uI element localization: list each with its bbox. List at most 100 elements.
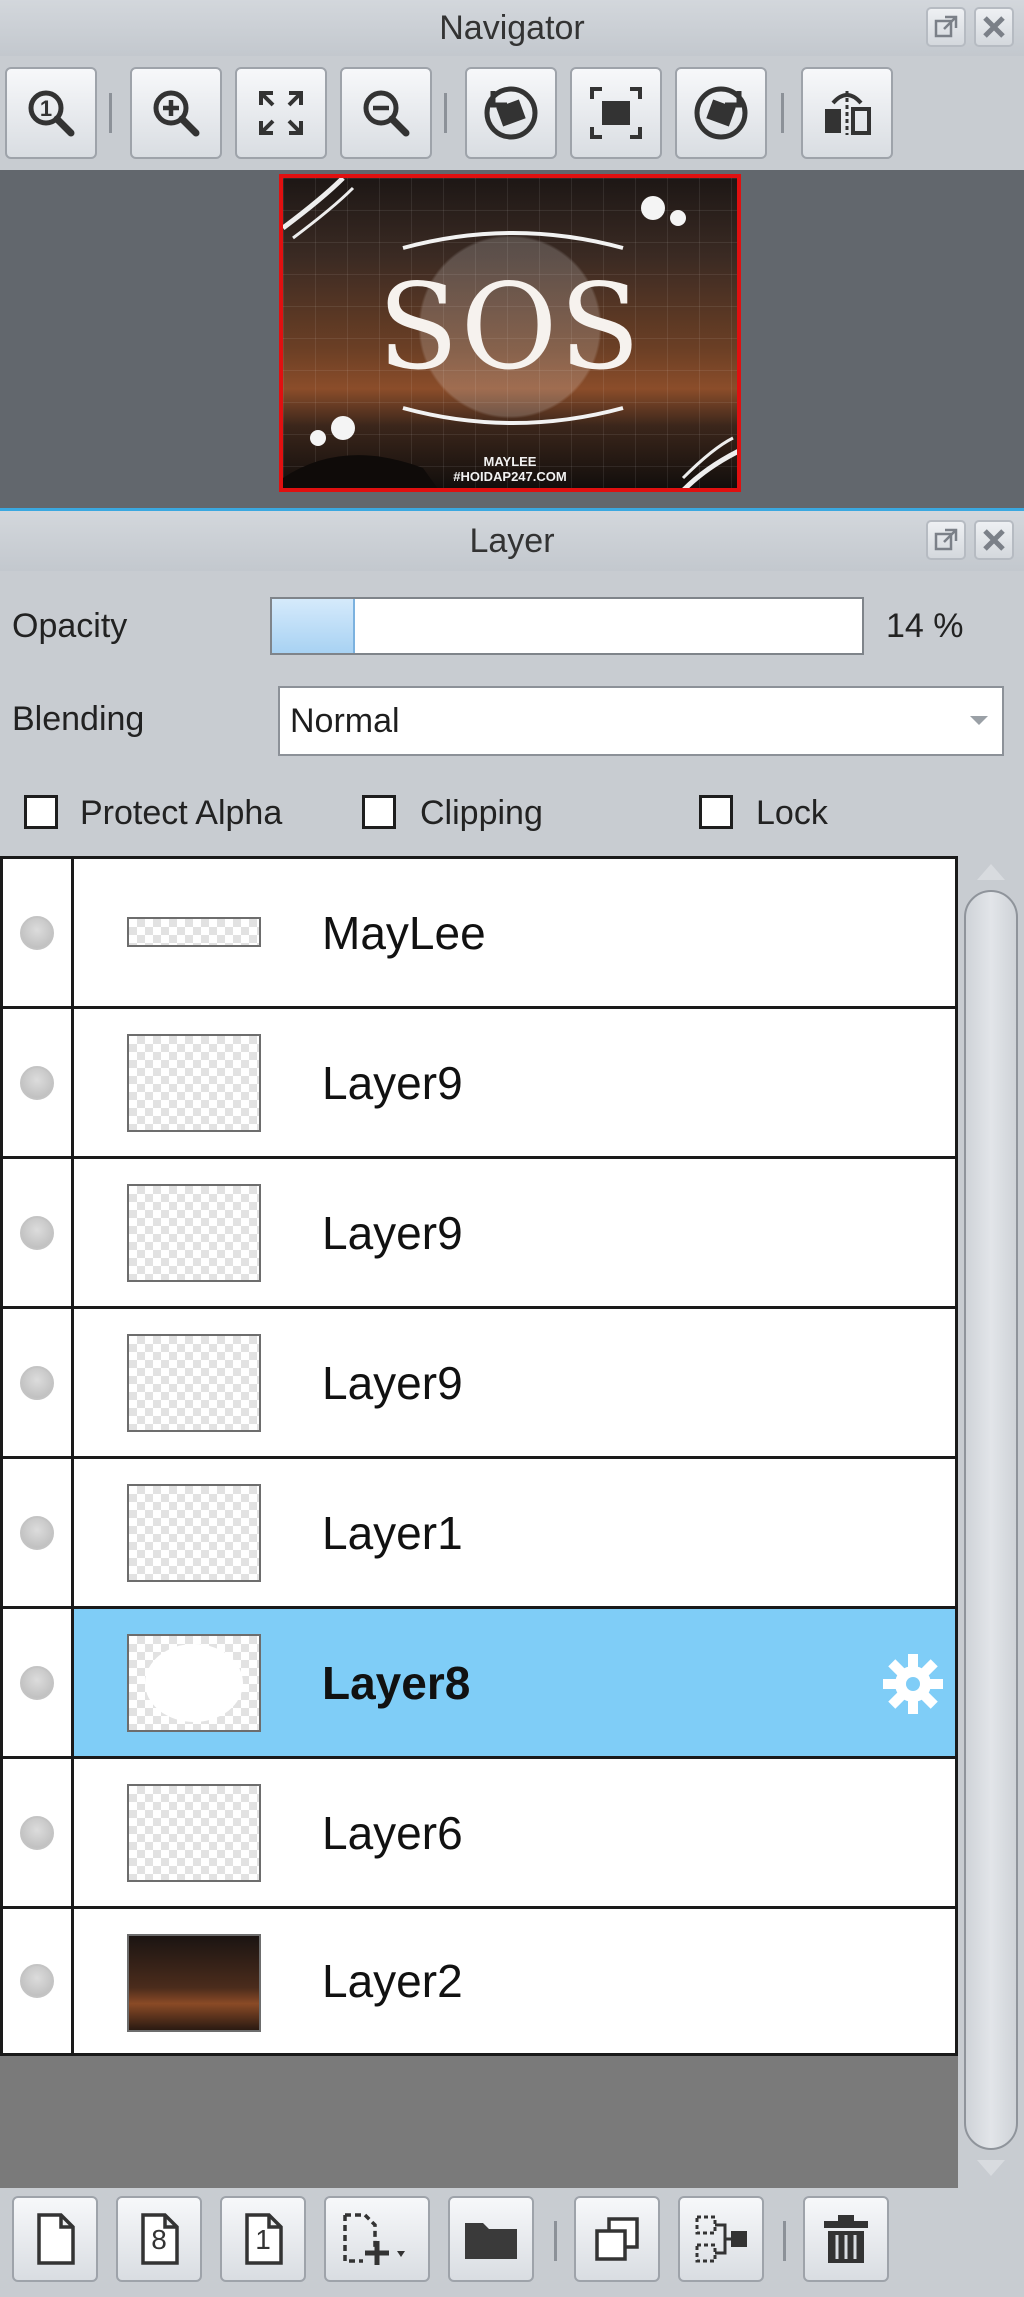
layer-list-scrollbar[interactable] <box>958 856 1024 2188</box>
lock-checkbox[interactable] <box>699 795 733 829</box>
new-folder-button[interactable] <box>448 2196 534 2282</box>
layer-list[interactable]: MayLee Layer9 Layer9 Layer9 Layer1 Layer… <box>0 856 958 2056</box>
clipping-label: Clipping <box>420 794 543 832</box>
preview-caption: MAYLEE #HOIDAP247.COM <box>453 454 567 484</box>
layer-visibility-toggle[interactable] <box>3 859 74 1006</box>
navigator-close-button[interactable] <box>974 7 1014 47</box>
protect-alpha-label: Protect Alpha <box>80 794 283 832</box>
toolbar-separator <box>554 2221 557 2261</box>
new-layer-icon <box>37 2213 75 2265</box>
rotate-right-button[interactable] <box>675 67 767 159</box>
opacity-value: 14 % <box>886 607 964 645</box>
layer-thumbnail <box>127 917 261 947</box>
blending-value: Normal <box>290 701 400 740</box>
gear-icon[interactable] <box>881 1652 945 1716</box>
bit-depth-label: 8 <box>151 2224 167 2255</box>
close-icon <box>983 16 1005 38</box>
layer-name: Layer8 <box>322 1656 471 1709</box>
layer-name: Layer9 <box>322 1056 463 1109</box>
navigator-title-bar: Navigator <box>0 0 1024 56</box>
visibility-dot-icon <box>20 1665 54 1700</box>
add-layer-dropdown-button[interactable] <box>324 2196 430 2282</box>
blending-label: Blending <box>12 700 145 738</box>
zoom-in-button[interactable] <box>130 67 222 159</box>
navigator-toolbar: 1 <box>0 56 1024 170</box>
layer-visibility-toggle[interactable] <box>3 1159 74 1306</box>
opacity-slider[interactable] <box>270 597 864 655</box>
layer-close-button[interactable] <box>974 520 1014 560</box>
layer-thumbnail <box>127 1784 261 1882</box>
duplicate-layer-icon <box>595 2217 639 2261</box>
zoom-actual-size-button[interactable]: 1 <box>5 67 97 159</box>
layer-visibility-toggle[interactable] <box>3 1609 74 1756</box>
navigator-undock-button[interactable] <box>926 7 966 47</box>
trash-icon <box>824 2215 868 2263</box>
scrollbar-thumb[interactable] <box>964 890 1018 2150</box>
bit-depth-label: 1 <box>255 2224 271 2255</box>
scroll-up-icon[interactable] <box>977 864 1005 880</box>
layer-row[interactable]: MayLee <box>0 856 958 1006</box>
layer-thumbnail <box>127 1934 261 2032</box>
zoom-actual-size-icon: 1 <box>28 90 75 137</box>
layer-row-selected[interactable]: Layer8 <box>0 1606 958 1756</box>
flip-horizontal-button[interactable] <box>801 67 893 159</box>
rotate-left-button[interactable] <box>465 67 557 159</box>
layer-title: Layer <box>469 521 555 560</box>
layer-visibility-toggle[interactable] <box>3 1009 74 1156</box>
delete-layer-button[interactable] <box>803 2196 889 2282</box>
layer-visibility-toggle[interactable] <box>3 1309 74 1456</box>
fit-to-window-icon <box>259 91 303 135</box>
layer-visibility-toggle[interactable] <box>3 1759 74 1906</box>
duplicate-layer-button[interactable] <box>574 2196 660 2282</box>
rotate-left-icon <box>484 86 538 140</box>
layer-title-bar: Layer <box>0 511 1024 571</box>
layer-list-empty-area <box>0 2056 958 2188</box>
visibility-dot-icon <box>20 1365 54 1400</box>
zoom-in-icon <box>153 90 200 137</box>
toolbar-separator <box>783 2221 786 2261</box>
toolbar-separator <box>109 93 112 133</box>
undock-icon <box>934 15 958 38</box>
canvas-preview[interactable]: SOS MAYLEE #HOIDAP247.COM <box>279 174 741 492</box>
layer-name: Layer9 <box>322 1206 463 1259</box>
undock-icon <box>934 528 958 551</box>
layer-row[interactable]: Layer9 <box>0 1306 958 1456</box>
layer-row[interactable]: Layer2 <box>0 1906 958 2056</box>
visibility-dot-icon <box>20 1215 54 1250</box>
protect-alpha-checkbox[interactable] <box>24 795 58 829</box>
layer-row[interactable]: Layer6 <box>0 1756 958 1906</box>
rotate-right-icon <box>694 86 748 140</box>
layer-thumbnail <box>127 1034 261 1132</box>
reset-view-icon <box>590 87 642 139</box>
layer-row[interactable]: Layer9 <box>0 1006 958 1156</box>
layer-thumbnail <box>127 1634 261 1732</box>
new-1bit-layer-button[interactable]: 1 <box>220 2196 306 2282</box>
visibility-dot-icon <box>20 915 54 950</box>
opacity-slider-fill <box>272 599 355 653</box>
lock-label: Lock <box>756 794 828 832</box>
layer-name: Layer6 <box>322 1806 463 1859</box>
layer-undock-button[interactable] <box>926 520 966 560</box>
folder-icon <box>465 2223 517 2259</box>
merge-down-button[interactable] <box>678 2196 764 2282</box>
visibility-dot-icon <box>20 1065 54 1100</box>
new-layer-button[interactable] <box>12 2196 98 2282</box>
blending-select[interactable]: Normal <box>278 686 1004 756</box>
layer-visibility-toggle[interactable] <box>3 1909 74 2053</box>
new-8bit-layer-button[interactable]: 8 <box>116 2196 202 2282</box>
scroll-down-icon[interactable] <box>977 2160 1005 2176</box>
clipping-checkbox[interactable] <box>362 795 396 829</box>
visibility-dot-icon <box>20 1964 54 1998</box>
layer-thumbnail <box>127 1184 261 1282</box>
layer-visibility-toggle[interactable] <box>3 1459 74 1606</box>
visibility-dot-icon <box>20 1515 54 1550</box>
navigator-viewport[interactable]: SOS MAYLEE #HOIDAP247.COM <box>0 170 1024 510</box>
layer-name: Layer1 <box>322 1506 463 1559</box>
layer-row[interactable]: Layer9 <box>0 1156 958 1306</box>
layer-row[interactable]: Layer1 <box>0 1456 958 1606</box>
add-layer-dropdown-icon <box>343 2213 405 2265</box>
toolbar-separator <box>444 93 447 133</box>
reset-view-button[interactable] <box>570 67 662 159</box>
zoom-out-button[interactable] <box>340 67 432 159</box>
fit-to-window-button[interactable] <box>235 67 327 159</box>
